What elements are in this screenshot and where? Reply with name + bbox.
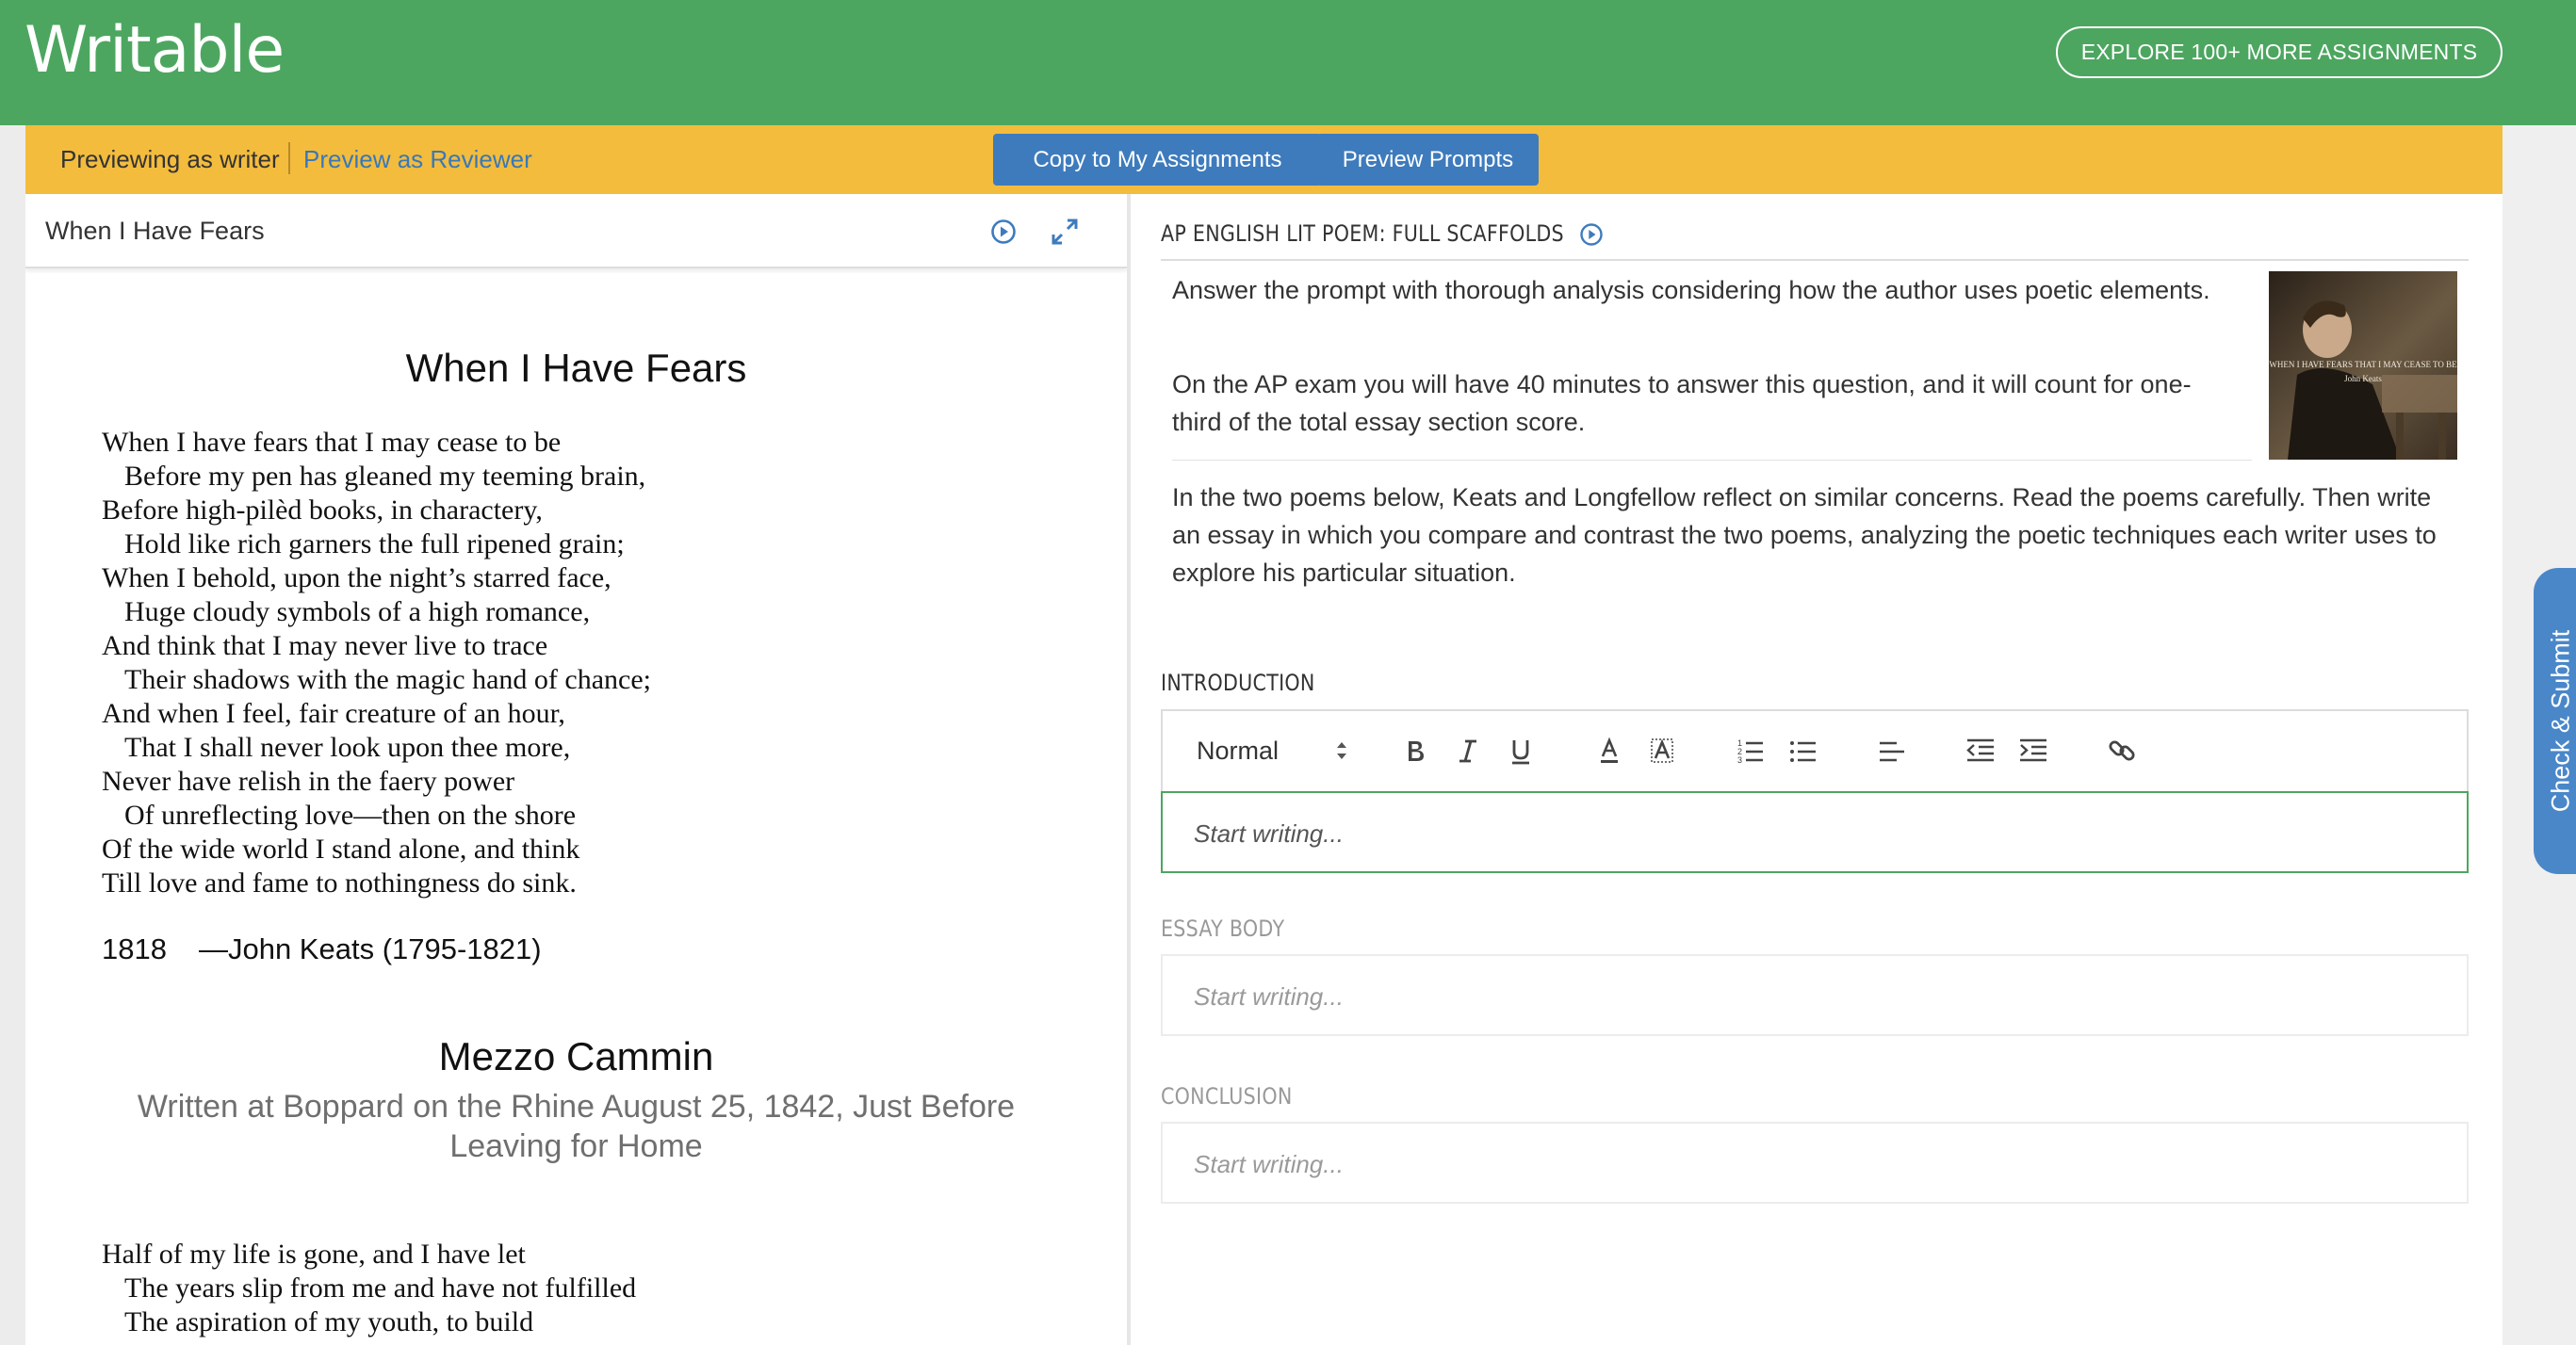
chevron-up-down-icon[interactable] xyxy=(1334,737,1349,765)
poem-line: That I shall never look upon thee more, xyxy=(124,732,571,763)
poem-line: Of the wide world I stand alone, and thi… xyxy=(102,834,580,865)
poem-body-keats: When I have fears that I may cease to be… xyxy=(102,426,651,900)
play-circle-icon[interactable] xyxy=(990,219,1017,245)
poem-line: Hold like rich garners the full ripened … xyxy=(124,528,625,559)
poem-year: 1818 xyxy=(102,932,167,965)
reading-title: When I Have Fears xyxy=(45,217,265,245)
align-left-icon[interactable] xyxy=(1875,734,1909,768)
italic-icon[interactable] xyxy=(1451,734,1485,768)
heading-divider xyxy=(1161,259,2469,261)
poem-line: Never have relish in the faery power xyxy=(102,766,515,797)
check-and-submit-tab[interactable]: Check & Submit xyxy=(2534,568,2576,874)
poem-line: When I have fears that I may cease to be xyxy=(102,427,562,458)
poem-author: —John Keats (1795-1821) xyxy=(198,932,542,965)
preview-as-reviewer-link[interactable]: Preview as Reviewer xyxy=(303,145,532,174)
poem-subtitle: Written at Boppard on the Rhine August 2… xyxy=(137,1089,1016,1164)
editor-placeholder: Start writing... xyxy=(1194,819,1344,848)
keats-portrait-thumbnail[interactable]: WHEN I HAVE FEARS THAT I MAY CEASE TO BE… xyxy=(2269,271,2457,460)
poem-signature: 1818 —John Keats (1795-1821) xyxy=(102,932,542,966)
writing-panel: AP ENGLISH LIT POEM: FULL SCAFFOLDS Answ… xyxy=(1131,194,2503,1345)
poem-line: And when I feel, fair creature of an hou… xyxy=(102,698,565,729)
poem-line: Half of my life is gone, and I have let xyxy=(102,1239,526,1270)
prompt-essay-question: In the two poems below, Keats and Longfe… xyxy=(1172,483,2437,587)
poem-line: The aspiration of my youth, to build xyxy=(124,1306,534,1337)
poem-line: Till love and fame to nothingness do sin… xyxy=(102,867,577,899)
play-circle-icon[interactable] xyxy=(1579,222,1604,247)
ordered-list-icon[interactable]: 1 2 3 xyxy=(1734,734,1768,768)
editor-placeholder: Start writing... xyxy=(1194,982,1344,1011)
conclusion-editor[interactable]: Start writing... xyxy=(1161,1122,2469,1204)
check-and-submit-label: Check & Submit xyxy=(2546,629,2575,813)
copy-to-my-assignments-button[interactable]: Copy to My Assignments xyxy=(993,134,1322,186)
editor-toolbar: Normal 1 2 3 xyxy=(1161,709,2469,791)
outdent-icon[interactable] xyxy=(1964,734,1997,768)
poem-title-when-i-have-fears: When I Have Fears xyxy=(405,346,747,390)
essay-body-label: ESSAY BODY xyxy=(1161,916,1285,942)
poem-line: And think that I may never live to trace xyxy=(102,630,548,661)
prompt-instruction: Answer the prompt with thorough analysis… xyxy=(1172,276,2210,304)
conclusion-label: CONCLUSION xyxy=(1161,1083,1293,1110)
reading-panel-header: When I Have Fears xyxy=(25,194,1127,268)
preview-bar: Previewing as writer Preview as Reviewer… xyxy=(25,125,2503,194)
prompt-divider xyxy=(1172,460,2252,461)
poem-line: Before high-pilèd books, in charactery, xyxy=(102,494,543,526)
editor-placeholder: Start writing... xyxy=(1194,1150,1344,1178)
poem-line: When I behold, upon the night’s starred … xyxy=(102,562,611,593)
reading-panel[interactable]: When I Have Fears When I Have Fears When… xyxy=(25,194,1127,1345)
introduction-editor[interactable]: Start writing... xyxy=(1161,791,2469,873)
background-color-icon[interactable] xyxy=(1645,734,1679,768)
poem-line: Of unreflecting love—then on the shore xyxy=(124,800,577,831)
svg-text:3: 3 xyxy=(1737,755,1742,765)
assignment-heading: AP ENGLISH LIT POEM: FULL SCAFFOLDS xyxy=(1161,220,1564,247)
poem-line: The years slip from me and have not fulf… xyxy=(124,1272,637,1304)
prompt-exam-note: On the AP exam you will have 40 minutes … xyxy=(1172,370,2192,436)
writable-logo[interactable]: Writable xyxy=(24,13,285,88)
thumbnail-caption: WHEN I HAVE FEARS THAT I MAY CEASE TO BE xyxy=(2269,360,2457,369)
poem-line: Before my pen has gleaned my teeming bra… xyxy=(124,461,646,492)
indent-icon[interactable] xyxy=(2016,734,2050,768)
bold-icon[interactable] xyxy=(1398,734,1432,768)
keats-portrait-image: WHEN I HAVE FEARS THAT I MAY CEASE TO BE… xyxy=(2269,271,2457,460)
previewing-as-writer-label: Previewing as writer xyxy=(60,145,280,173)
poem-title-mezzo-cammin: Mezzo Cammin xyxy=(438,1034,714,1078)
underline-icon[interactable] xyxy=(1504,734,1538,768)
format-select[interactable]: Normal xyxy=(1197,737,1279,766)
poem-body-longfellow: Half of my life is gone, and I have let … xyxy=(102,1238,636,1339)
poem-line: Huge cloudy symbols of a high romance, xyxy=(124,596,591,627)
link-icon[interactable] xyxy=(2105,734,2139,768)
top-header: Writable EXPLORE 100+ MORE ASSIGNMENTS xyxy=(0,0,2576,125)
thumbnail-author: John Keats xyxy=(2344,374,2382,383)
essay-body-editor[interactable]: Start writing... xyxy=(1161,954,2469,1036)
poem-line: Their shadows with the magic hand of cha… xyxy=(124,664,651,695)
text-color-icon[interactable] xyxy=(1592,734,1626,768)
preview-prompts-button[interactable]: Preview Prompts xyxy=(1317,134,1539,186)
bullet-list-icon[interactable] xyxy=(1786,734,1820,768)
introduction-label: INTRODUCTION xyxy=(1161,670,1315,696)
preview-separator xyxy=(288,142,290,174)
explore-assignments-button[interactable]: EXPLORE 100+ MORE ASSIGNMENTS xyxy=(2056,26,2503,78)
expand-icon[interactable] xyxy=(1050,217,1080,247)
